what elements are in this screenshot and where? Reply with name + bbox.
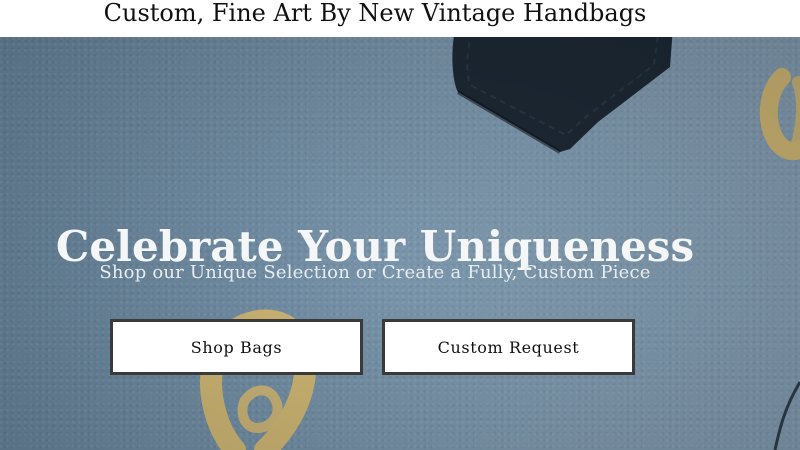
hero-subheadline: Shop our Unique Selection or Create a Fu… (99, 262, 651, 283)
shop-bags-button[interactable]: Shop Bags (110, 319, 363, 375)
custom-request-button[interactable]: Custom Request (382, 319, 635, 375)
hero-banner: Celebrate Your Uniqueness Shop our Uniqu… (0, 37, 800, 450)
site-title[interactable]: Custom, Fine Art By New Vintage Handbags (0, 0, 750, 26)
site-header: Custom, Fine Art By New Vintage Handbags (0, 0, 800, 37)
